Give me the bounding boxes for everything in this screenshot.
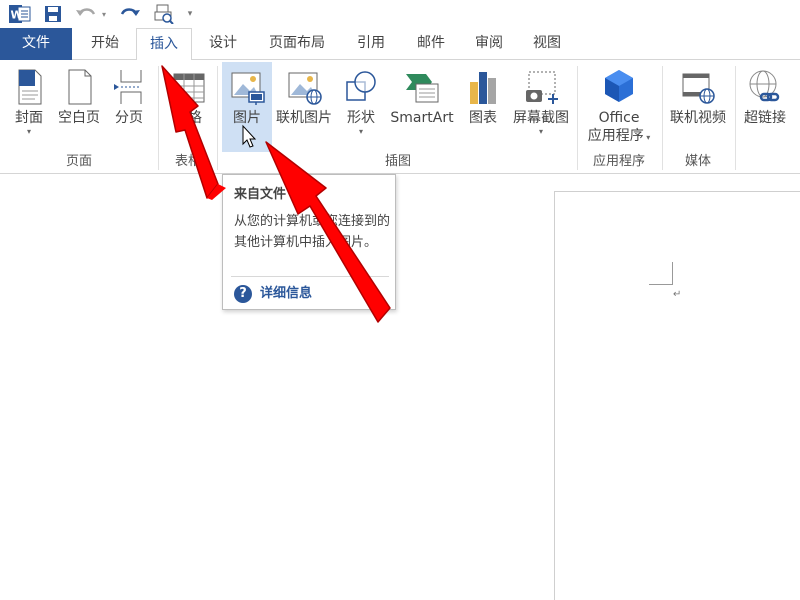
group-separator <box>662 66 663 170</box>
tab-layout[interactable]: 页面布局 <box>256 28 338 60</box>
group-label-apps: 应用程序 <box>592 154 645 169</box>
chart-button[interactable]: 图表 <box>460 62 506 152</box>
bar-chart-icon <box>470 72 496 104</box>
office-apps-label-line2: 应用程序 ▾ <box>587 128 651 144</box>
tooltip-help-link[interactable]: 详细信息 <box>260 285 312 303</box>
word-icon[interactable]: W <box>8 3 32 25</box>
tab-review[interactable]: 审阅 <box>462 28 516 60</box>
group-label-illustrations: 插图 <box>384 154 411 169</box>
document-page[interactable]: ↵ <box>554 191 800 600</box>
group-label-pages: 页面 <box>65 154 92 169</box>
undo-icon[interactable] <box>74 3 98 25</box>
smartart-button[interactable]: SmartArt <box>386 62 458 152</box>
help-icon[interactable]: ? <box>234 285 252 303</box>
tab-view[interactable]: 视图 <box>520 28 574 60</box>
save-icon[interactable] <box>42 3 64 25</box>
screenshot-button[interactable]: 屏幕截图 ▾ <box>508 62 574 152</box>
tooltip-divider <box>231 276 389 277</box>
margin-mark <box>672 262 673 285</box>
chevron-down-icon: ▾ <box>26 127 31 136</box>
group-separator <box>577 66 578 170</box>
tooltip-body: 从您的计算机或您连接到的其他计算机中插入图片。 <box>234 214 391 250</box>
tab-references[interactable]: 引用 <box>344 28 398 60</box>
insert-ribbon: 封面 ▾ 空白页 分页 页面 表格 ▾ 表格 图片 联机图片 形状 ▾ Smar… <box>0 60 800 174</box>
chevron-down-icon[interactable]: ▾ <box>99 3 109 25</box>
group-separator <box>735 66 736 170</box>
customize-qat-icon[interactable]: ▾ <box>184 3 196 25</box>
table-icon <box>173 73 205 103</box>
group-separator <box>217 66 218 170</box>
hyperlink-button[interactable]: 超链接 <box>738 62 792 152</box>
margin-mark <box>649 284 673 285</box>
chevron-down-icon: ▾ <box>643 133 651 142</box>
tab-file[interactable]: 文件 <box>0 28 72 60</box>
paragraph-mark-icon: ↵ <box>673 289 682 300</box>
office-store-icon <box>605 70 633 102</box>
tab-insert[interactable]: 插入 <box>136 28 192 61</box>
chevron-down-icon: ▾ <box>538 127 543 136</box>
page-break-button[interactable]: 分页 <box>106 62 152 152</box>
chevron-down-icon: ▾ <box>185 127 190 136</box>
online-pictures-button[interactable]: 联机图片 <box>272 62 336 152</box>
quick-access-toolbar: W ▾ ▾ <box>0 0 800 28</box>
pictures-tooltip: 来自文件 从您的计算机或您连接到的其他计算机中插入图片。 ? 详细信息 <box>222 174 396 310</box>
print-preview-icon[interactable] <box>152 3 176 25</box>
svg-text:W: W <box>11 9 23 22</box>
ribbon-tab-bar: 文件 开始 插入 设计 页面布局 引用 邮件 审阅 视图 <box>0 28 800 61</box>
office-apps-label-line1: Office <box>598 110 640 126</box>
group-label-tables: 表格 <box>174 154 201 169</box>
tab-home[interactable]: 开始 <box>78 28 132 60</box>
online-video-button[interactable]: 联机视频 <box>664 62 732 152</box>
blank-page-icon <box>68 69 92 105</box>
online-video-icon <box>682 73 715 104</box>
online-picture-icon <box>288 72 322 105</box>
chevron-down-icon: ▾ <box>358 127 363 136</box>
table-button[interactable]: 表格 ▾ <box>162 62 214 152</box>
pictures-button[interactable]: 图片 <box>222 62 272 152</box>
tab-mailings[interactable]: 邮件 <box>404 28 458 60</box>
group-label-media: 媒体 <box>684 154 711 169</box>
redo-icon[interactable] <box>118 3 142 25</box>
tooltip-title: 来自文件 <box>234 187 287 202</box>
page-break-icon <box>114 70 142 104</box>
office-apps-button[interactable]: Office 应用程序 ▾ <box>580 62 658 152</box>
screenshot-icon <box>526 71 558 104</box>
shapes-button[interactable]: 形状 ▾ <box>338 62 384 152</box>
group-separator <box>158 66 159 170</box>
picture-icon <box>231 72 265 105</box>
tab-design[interactable]: 设计 <box>196 28 250 60</box>
smartart-icon <box>406 74 439 103</box>
document-area[interactable]: ↵ <box>0 175 800 600</box>
shapes-icon <box>346 71 376 101</box>
hyperlink-icon <box>749 70 780 102</box>
cover-page-icon <box>18 69 42 105</box>
blank-page-button[interactable]: 空白页 <box>54 62 104 152</box>
cover-page-button[interactable]: 封面 ▾ <box>6 62 52 152</box>
